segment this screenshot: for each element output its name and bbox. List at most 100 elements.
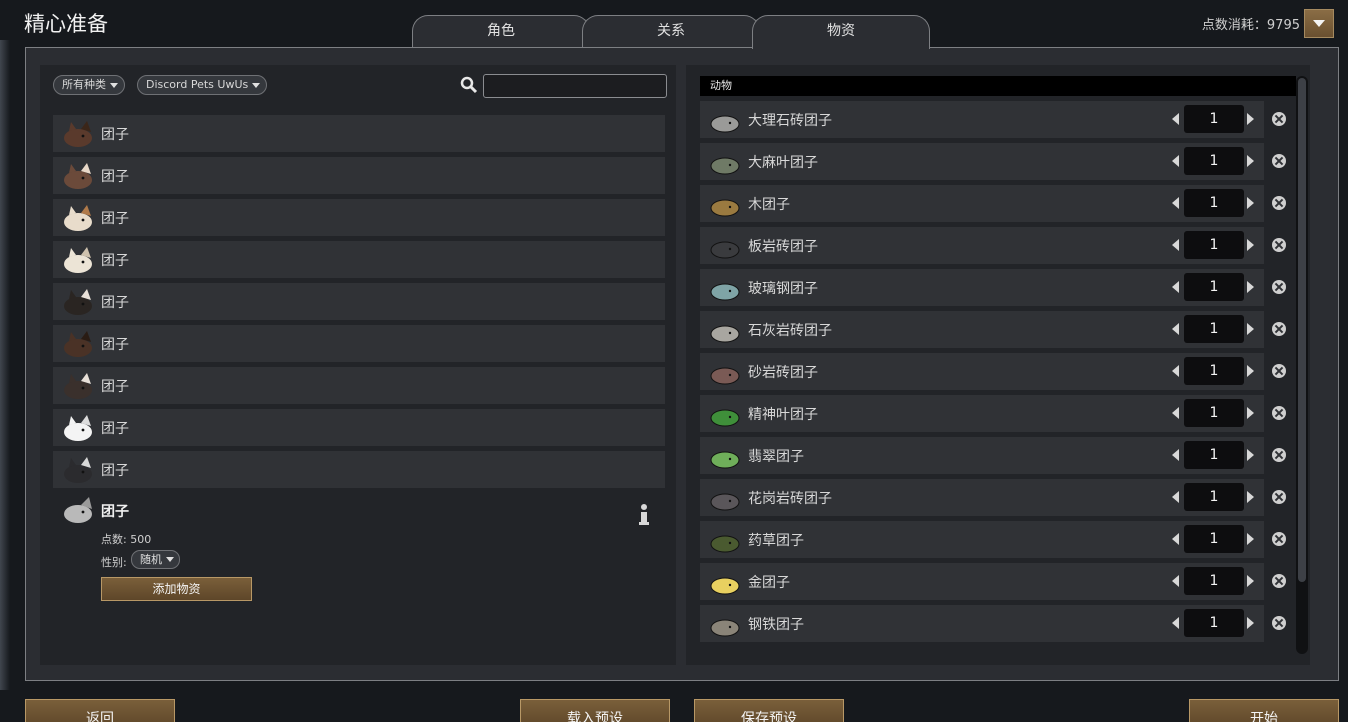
increase-arrow-icon[interactable] (1247, 155, 1254, 167)
quantity-field[interactable]: 1 (1184, 567, 1244, 595)
quantity-field[interactable]: 1 (1184, 231, 1244, 259)
pet-row[interactable]: 团子 (53, 115, 665, 152)
pet-name: 团子 (101, 337, 129, 353)
quantity-field[interactable]: 1 (1184, 399, 1244, 427)
quantity-field[interactable]: 1 (1184, 105, 1244, 133)
cat-icon (64, 497, 92, 523)
scrollbar-thumb[interactable] (1298, 78, 1306, 582)
increase-arrow-icon[interactable] (1247, 365, 1254, 377)
quantity-field[interactable]: 1 (1184, 189, 1244, 217)
decrease-arrow-icon[interactable] (1172, 533, 1179, 545)
remove-icon[interactable] (1272, 490, 1286, 504)
supply-name: 木团子 (748, 197, 790, 213)
increase-arrow-icon[interactable] (1247, 533, 1254, 545)
remove-icon[interactable] (1272, 196, 1286, 210)
tab-supplies[interactable]: 物资 (752, 15, 930, 49)
dumpling-icon (710, 199, 740, 217)
tab-characters[interactable]: 角色 (412, 15, 590, 48)
increase-arrow-icon[interactable] (1247, 197, 1254, 209)
add-supply-button[interactable]: 添加物资 (101, 577, 252, 601)
supply-row: 金团子 1 (700, 563, 1286, 600)
decrease-arrow-icon[interactable] (1172, 575, 1179, 587)
increase-arrow-icon[interactable] (1247, 575, 1254, 587)
cat-icon (64, 121, 92, 147)
source-filter-dropdown[interactable]: Discord Pets UwUs (137, 75, 268, 95)
category-filter-dropdown[interactable]: 所有种类 (53, 75, 125, 95)
remove-icon[interactable] (1272, 154, 1286, 168)
supply-name: 板岩砖团子 (748, 239, 818, 255)
pet-name: 团子 (101, 211, 129, 227)
dumpling-icon (710, 325, 740, 343)
remove-icon[interactable] (1272, 238, 1286, 252)
gender-dropdown[interactable]: 随机 (131, 550, 180, 569)
decrease-arrow-icon[interactable] (1172, 113, 1179, 125)
supply-name: 砂岩砖团子 (748, 365, 818, 381)
pet-row[interactable]: 团子 (53, 367, 665, 404)
decrease-arrow-icon[interactable] (1172, 239, 1179, 251)
decrease-arrow-icon[interactable] (1172, 281, 1179, 293)
decrease-arrow-icon[interactable] (1172, 365, 1179, 377)
quantity-field[interactable]: 1 (1184, 147, 1244, 175)
cat-icon (64, 331, 92, 357)
decrease-arrow-icon[interactable] (1172, 617, 1179, 629)
save-preset-button[interactable]: 保存预设 (694, 699, 844, 722)
decrease-arrow-icon[interactable] (1172, 449, 1179, 461)
pet-row[interactable]: 团子 (53, 241, 665, 278)
quantity-field[interactable]: 1 (1184, 441, 1244, 469)
remove-icon[interactable] (1272, 280, 1286, 294)
tab-relationships[interactable]: 关系 (582, 15, 760, 48)
start-button[interactable]: 开始 (1189, 699, 1339, 722)
quantity-field[interactable]: 1 (1184, 315, 1244, 343)
pet-row[interactable]: 团子 (53, 325, 665, 362)
increase-arrow-icon[interactable] (1247, 617, 1254, 629)
supply-name: 金团子 (748, 575, 790, 591)
remove-icon[interactable] (1272, 574, 1286, 588)
pet-row[interactable]: 团子 (53, 451, 665, 488)
remove-icon[interactable] (1272, 448, 1286, 462)
remove-icon[interactable] (1272, 112, 1286, 126)
back-button[interactable]: 返回 (25, 699, 175, 722)
pet-name: 团子 (101, 463, 129, 479)
quantity-field[interactable]: 1 (1184, 483, 1244, 511)
quantity-field[interactable]: 1 (1184, 525, 1244, 553)
pet-row[interactable]: 团子 (53, 409, 665, 446)
remove-icon[interactable] (1272, 322, 1286, 336)
decrease-arrow-icon[interactable] (1172, 155, 1179, 167)
decrease-arrow-icon[interactable] (1172, 491, 1179, 503)
dumpling-icon (710, 283, 740, 301)
remove-icon[interactable] (1272, 406, 1286, 420)
info-icon[interactable] (637, 503, 651, 527)
increase-arrow-icon[interactable] (1247, 449, 1254, 461)
supply-row: 精神叶团子 1 (700, 395, 1286, 432)
search-input[interactable] (483, 74, 667, 98)
increase-arrow-icon[interactable] (1247, 281, 1254, 293)
cat-icon (64, 163, 92, 189)
category-header: 动物 (700, 76, 1296, 96)
remove-icon[interactable] (1272, 616, 1286, 630)
remove-icon[interactable] (1272, 532, 1286, 546)
pet-list-panel: 所有种类 Discord Pets UwUs 团子 团子 团子 团子 团子 团子 团子 团子团… (40, 65, 676, 665)
supply-list-viewport: 动物 大理石砖团子 1 大麻叶团子 1 木团子 1 板岩砖团子 1 玻璃钢团子 1 石灰岩砖团子 1 砂… (686, 65, 1296, 653)
quantity-field[interactable]: 1 (1184, 609, 1244, 637)
points-dropdown-button[interactable] (1304, 9, 1334, 38)
increase-arrow-icon[interactable] (1247, 491, 1254, 503)
remove-icon[interactable] (1272, 364, 1286, 378)
decrease-arrow-icon[interactable] (1172, 197, 1179, 209)
pet-row[interactable]: 团子 (53, 283, 665, 320)
load-preset-button[interactable]: 载入预设 (520, 699, 670, 722)
quantity-field[interactable]: 1 (1184, 273, 1244, 301)
supply-row: 花岗岩砖团子 1 (700, 479, 1286, 516)
pet-row[interactable]: 团子 (53, 157, 665, 194)
pet-row[interactable]: 团子 (53, 199, 665, 236)
decrease-arrow-icon[interactable] (1172, 323, 1179, 335)
increase-arrow-icon[interactable] (1247, 113, 1254, 125)
decrease-arrow-icon[interactable] (1172, 407, 1179, 419)
dumpling-icon (710, 619, 740, 637)
increase-arrow-icon[interactable] (1247, 239, 1254, 251)
supply-row: 木团子 1 (700, 185, 1286, 222)
supply-row: 药草团子 1 (700, 521, 1286, 558)
quantity-field[interactable]: 1 (1184, 357, 1244, 385)
increase-arrow-icon[interactable] (1247, 323, 1254, 335)
increase-arrow-icon[interactable] (1247, 407, 1254, 419)
supply-name: 翡翠团子 (748, 449, 804, 465)
